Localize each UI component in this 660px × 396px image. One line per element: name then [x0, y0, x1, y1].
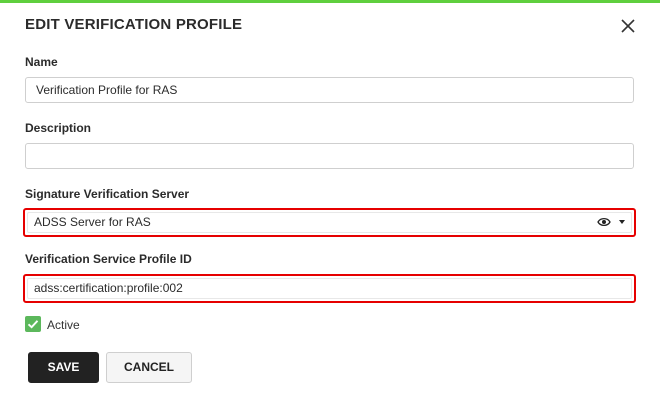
name-input[interactable]	[25, 77, 634, 103]
save-button[interactable]: SAVE	[28, 352, 99, 383]
description-input[interactable]	[25, 143, 634, 169]
eye-icon[interactable]	[597, 216, 611, 228]
dialog-accent-bar	[0, 0, 660, 3]
checkmark-icon	[27, 320, 39, 329]
description-label: Description	[25, 121, 92, 135]
active-label: Active	[47, 318, 80, 332]
profile-id-input[interactable]: adss:certification:profile:002	[23, 274, 636, 303]
active-checkbox[interactable]	[25, 316, 41, 332]
profile-id-label: Verification Service Profile ID	[25, 252, 192, 266]
close-icon[interactable]	[619, 17, 637, 35]
chevron-down-icon[interactable]	[619, 220, 625, 224]
server-select[interactable]: ADSS Server for RAS	[23, 208, 636, 237]
profile-id-value: adss:certification:profile:002	[34, 281, 183, 295]
name-label: Name	[25, 55, 58, 69]
server-select-value: ADSS Server for RAS	[34, 215, 151, 229]
server-label: Signature Verification Server	[25, 187, 190, 201]
cancel-button[interactable]: CANCEL	[106, 352, 192, 383]
dialog-title: EDIT VERIFICATION PROFILE	[25, 16, 243, 33]
